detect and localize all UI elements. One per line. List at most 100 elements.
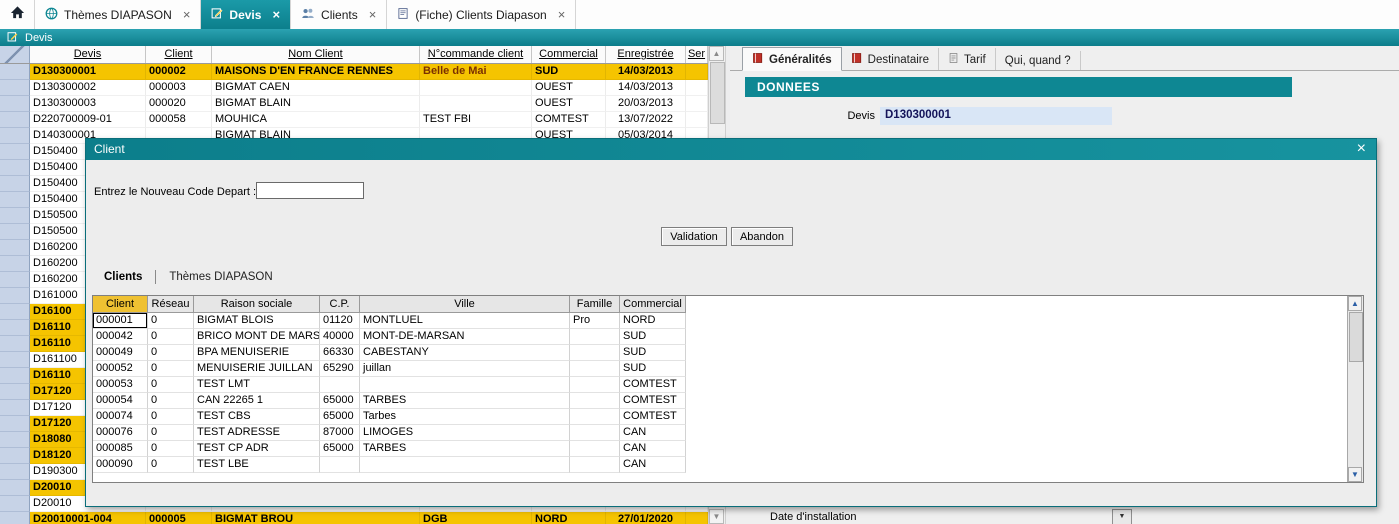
cell: COMTEST [532,112,606,128]
scroll-up-button[interactable]: ▲ [1348,296,1362,311]
column-header-client[interactable]: Client [93,296,148,313]
client-row[interactable]: 0000490BPA MENUISERIE66330CABESTANYSUD [93,345,1363,361]
column-header-cp[interactable]: C.P. [320,296,360,313]
clients-table-rows: 0000010BIGMAT BLOIS01120MONTLUELProNORD0… [93,313,1363,473]
detail-tab-label: Tarif [964,54,986,66]
scroll-up-button[interactable]: ▲ [709,46,724,61]
close-icon[interactable]: × [558,8,566,21]
document-icon [948,52,959,67]
close-icon[interactable]: × [272,8,280,21]
client-row[interactable]: 0000420BRICO MONT DE MARSA40000MONT-DE-M… [93,329,1363,345]
cell [686,512,708,524]
row-selector-header[interactable] [0,46,30,63]
new-code-input[interactable] [256,182,364,199]
cell: 0 [148,425,194,441]
close-icon[interactable]: × [369,8,377,21]
client-row[interactable]: 0000540CAN 22265 165000TARBESCOMTEST [93,393,1363,409]
scrollbar-thumb[interactable] [1349,312,1363,362]
cell [0,464,30,480]
column-header-nom-client[interactable]: Nom Client [212,46,420,63]
cell [0,496,30,512]
column-header-ser[interactable]: Ser [686,46,708,63]
scroll-down-button[interactable]: ▼ [1348,467,1362,482]
tab-clients[interactable]: Clients × [291,0,387,29]
form-icon [397,7,409,23]
devis-row[interactable]: D130300003000020BIGMAT BLAINOUEST20/03/2… [0,96,708,112]
client-row[interactable]: 0000520MENUISERIE JUILLAN65290juillanSUD [93,361,1363,377]
tab-clients-list[interactable]: Clients [100,271,146,283]
cell: 14/03/2013 [606,64,686,80]
cell: TARBES [360,441,570,457]
cell: 0 [148,329,194,345]
validation-button[interactable]: Validation [661,227,727,246]
cell: 13/07/2022 [606,112,686,128]
column-header-raison-sociale[interactable]: Raison sociale [194,296,320,313]
close-icon[interactable]: × [183,8,191,21]
tab-generalites[interactable]: Généralités [742,47,842,71]
scrollbar-thumb[interactable] [710,62,725,124]
devis-row[interactable]: D130300001000002MAISONS D'EN FRANCE RENN… [0,64,708,80]
scroll-down-button[interactable]: ▼ [709,509,724,524]
cell [0,384,30,400]
cell: 0 [148,393,194,409]
date-installation-label: Date d'installation [770,511,857,523]
column-header-ville[interactable]: Ville [360,296,570,313]
cell: D130300002 [30,80,146,96]
column-header-commercial[interactable]: Commercial [620,296,686,313]
tab-themes-diapason-list[interactable]: Thèmes DIAPASON [165,271,276,283]
cell: 0 [148,377,194,393]
tab-fiche-clients-diapason[interactable]: (Fiche) Clients Diapason × [387,0,576,29]
close-icon[interactable]: × [1357,140,1366,158]
client-dialog: Client × Entrez le Nouveau Code Depart :… [85,138,1377,507]
devis-row[interactable]: D220700009-01000058MOUHICATEST FBICOMTES… [0,112,708,128]
cell: SUD [532,64,606,80]
devis-row[interactable]: D130300002000003BIGMAT CAENOUEST14/03/20… [0,80,708,96]
cell [320,377,360,393]
column-header-commande-client[interactable]: N°commande client [420,46,532,63]
cell [0,272,30,288]
column-header-enregistree[interactable]: Enregistrée [606,46,686,63]
client-row[interactable]: 0000850TEST CP ADR65000TARBESCAN [93,441,1363,457]
cell: BIGMAT CAEN [212,80,420,96]
dialog-vertical-scrollbar[interactable]: ▲ ▼ [1347,296,1363,482]
devis-field-value[interactable]: D130300001 [880,107,1112,125]
cell: MONT-DE-MARSAN [360,329,570,345]
client-row[interactable]: 0000740TEST CBS65000TarbesCOMTEST [93,409,1363,425]
column-header-reseau[interactable]: Réseau [148,296,194,313]
cell: 000042 [93,329,148,345]
cell: MOUHICA [212,112,420,128]
tab-qui-quand[interactable]: Qui, quand ? [996,51,1081,70]
home-button[interactable] [0,0,35,29]
column-header-client[interactable]: Client [146,46,212,63]
cell: 0 [148,441,194,457]
date-dropdown-button[interactable]: ▼ [1112,509,1132,524]
cell: TEST CBS [194,409,320,425]
detail-tab-label: Généralités [769,54,832,66]
cell: CAN [620,457,686,473]
cell: 0 [148,409,194,425]
client-row[interactable]: 0000010BIGMAT BLOIS01120MONTLUELProNORD [93,313,1363,329]
client-row[interactable]: 0000530TEST LMTCOMTEST [93,377,1363,393]
column-header-commercial[interactable]: Commercial [532,46,606,63]
dialog-title-bar[interactable]: Client × [86,139,1376,160]
devis-row[interactable]: D20010001-004000005BIGMAT BROUDGBNORD27/… [0,512,708,524]
cell: NORD [620,313,686,329]
cell: BIGMAT BLAIN [212,96,420,112]
tab-themes-diapason[interactable]: Thèmes DIAPASON × [35,0,201,29]
cell: Pro [570,313,620,329]
column-header-famille[interactable]: Famille [570,296,620,313]
cell: COMTEST [620,393,686,409]
abandon-button[interactable]: Abandon [731,227,793,246]
client-row[interactable]: 0000900TEST LBECAN [93,457,1363,473]
cell [570,457,620,473]
cell: 000020 [146,96,212,112]
tab-tarif[interactable]: Tarif [939,48,996,70]
column-header-devis[interactable]: Devis [30,46,146,63]
client-row[interactable]: 0000760TEST ADRESSE87000LIMOGESCAN [93,425,1363,441]
cell [0,400,30,416]
tab-devis[interactable]: Devis × [201,0,291,29]
dialog-tab-bar: Clients Thèmes DIAPASON [100,268,277,286]
cell [686,80,708,96]
tab-destinataire[interactable]: Destinataire [842,48,939,70]
cell: 65000 [320,409,360,425]
